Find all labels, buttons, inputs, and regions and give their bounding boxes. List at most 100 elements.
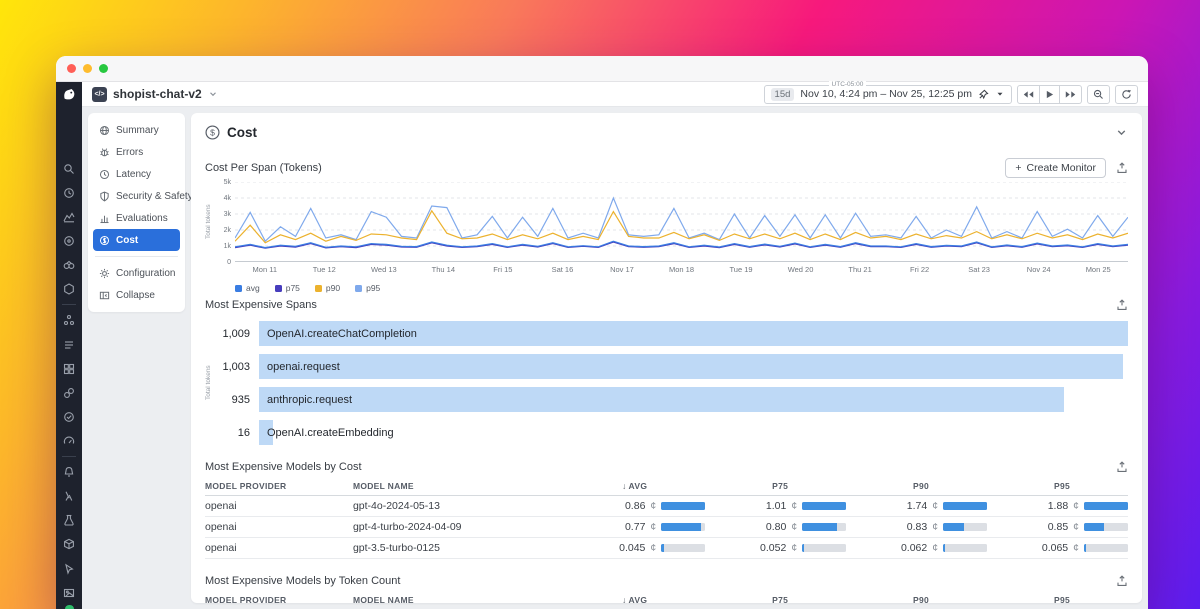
column-header-avg[interactable]: ↓ AVG [564, 591, 705, 603]
time-back-button[interactable] [1017, 84, 1040, 104]
column-header-p75[interactable]: P75 [705, 477, 847, 496]
rail-item-ci[interactable] [56, 405, 82, 429]
rail-item-search[interactable] [56, 157, 82, 181]
metric-bar [943, 523, 988, 531]
sidenav-item-errors[interactable]: Errors [93, 141, 180, 163]
rail-item-security[interactable] [56, 277, 82, 301]
rail-item-apm[interactable] [56, 253, 82, 277]
metric-value: 1.01 [765, 500, 787, 512]
metric-value: 1.88 [1047, 500, 1069, 512]
span-value: 1,009 [222, 327, 250, 340]
pin-icon[interactable] [978, 89, 989, 100]
metric-unit: ¢ [650, 542, 657, 554]
rail-item-screenshot[interactable] [56, 581, 82, 605]
legend-item-avg[interactable]: avg [235, 283, 260, 293]
cell-model-provider[interactable]: openai [205, 538, 353, 559]
logs-icon [65, 341, 73, 349]
span-bar[interactable] [259, 387, 1065, 412]
legend-item-p95[interactable]: p95 [355, 283, 380, 293]
time-step-buttons [1017, 84, 1082, 104]
minimize-window-button[interactable] [83, 64, 92, 73]
column-header-model-name[interactable]: MODEL NAME [352, 477, 565, 496]
legend-swatch [235, 284, 242, 292]
span-bar-row[interactable]: 16 OpenAI.createEmbedding [215, 420, 1128, 445]
time-play-button[interactable] [1040, 84, 1060, 104]
page-title: Cost [227, 125, 257, 140]
rail-item-integrations[interactable] [56, 381, 82, 405]
time-dropdown-chevron-icon[interactable] [995, 89, 1005, 99]
datadog-logo[interactable] [61, 87, 78, 103]
cell-model-name[interactable]: gpt-4-turbo-2024-04-09 [352, 517, 565, 538]
span-bar-row[interactable]: 935 anthropic.request [215, 387, 1128, 412]
column-header-p95[interactable]: P95 [987, 591, 1128, 603]
rail-item-gauge[interactable] [56, 429, 82, 453]
export-button[interactable] [1116, 575, 1128, 587]
cell-metric: 0.85 ¢ [987, 517, 1128, 538]
rail-item-dashboards[interactable] [56, 357, 82, 381]
rail-item-pointer[interactable] [56, 557, 82, 581]
cell-model-provider[interactable]: openai [205, 496, 353, 517]
rail-item-services[interactable] [56, 308, 82, 332]
metrics-icon [63, 212, 75, 223]
status-dot [64, 604, 74, 609]
export-button[interactable] [1116, 299, 1128, 311]
svg-text:$: $ [210, 128, 215, 138]
column-header-avg[interactable]: ↓ AVG [564, 477, 706, 496]
rail-item-labs[interactable] [56, 508, 82, 532]
sidenav-item-collapse[interactable]: Collapse [93, 284, 180, 306]
time-forward-button[interactable] [1060, 84, 1082, 104]
column-header-model-provider[interactable]: MODEL PROVIDER [205, 591, 353, 603]
left-rail [56, 82, 82, 609]
column-header-p95[interactable]: P95 [987, 477, 1128, 496]
metric-value: 0.86 [624, 500, 646, 512]
export-button[interactable] [1116, 162, 1128, 174]
legend-item-p75[interactable]: p75 [274, 283, 300, 293]
sidenav-item-latency[interactable]: Latency [93, 163, 180, 185]
column-header-model-provider[interactable]: MODEL PROVIDER [205, 477, 353, 496]
zoom-window-button[interactable] [99, 64, 108, 73]
column-header-p90[interactable]: P90 [846, 591, 987, 603]
chart-legend: avg p75 p90 p95 [235, 283, 1128, 293]
rail-item-serverless[interactable] [56, 484, 82, 508]
time-range-picker[interactable]: UTC-05:00 15d Nov 10, 4:24 pm – Nov 25, … [763, 80, 1012, 104]
legend-item-p90[interactable]: p90 [314, 283, 340, 293]
export-button[interactable] [1116, 461, 1128, 473]
collapse-panel-chevron-icon[interactable] [1115, 126, 1128, 139]
rail-item-watchdog[interactable] [56, 229, 82, 253]
span-name: openai.request [267, 360, 340, 373]
metric-bar [661, 544, 706, 552]
span-bar[interactable] [259, 354, 1123, 379]
cell-model-name[interactable]: gpt-4o-2024-05-13 [352, 496, 565, 517]
sidenav-item-security-safety[interactable]: Security & Safety [93, 185, 193, 207]
app-name[interactable]: shopist-chat-v2 [113, 87, 202, 101]
legend-label: p75 [285, 283, 300, 293]
column-header-model-name[interactable]: MODEL NAME [353, 591, 564, 603]
sidenav-item-summary[interactable]: Summary [93, 119, 180, 141]
close-window-button[interactable] [67, 64, 76, 73]
sidenav-item-cost[interactable]: Cost [93, 229, 180, 251]
create-monitor-button[interactable]: + Create Monitor [1005, 158, 1106, 178]
cell-model-provider[interactable]: openai [205, 517, 353, 538]
sidenav-item-evaluations[interactable]: Evaluations [93, 207, 180, 229]
app-switcher-chevron-icon[interactable] [208, 89, 218, 99]
cell-model-name[interactable]: gpt-3.5-turbo-0125 [352, 538, 565, 559]
column-header-p75[interactable]: P75 [705, 591, 846, 603]
cost-line-chart[interactable]: Total tokens 5k 4k 3k 2k 1k 0 [205, 179, 1128, 266]
rail-item-history[interactable] [56, 181, 82, 205]
zoom-out-button[interactable] [1087, 84, 1110, 104]
span-name: OpenAI.createChatCompletion [267, 327, 417, 340]
column-header-p90[interactable]: P90 [846, 477, 988, 496]
rail-item-monitors[interactable] [56, 460, 82, 484]
refresh-button[interactable] [1115, 84, 1138, 104]
span-bar-row[interactable]: 1,003 openai.request [215, 354, 1128, 379]
sidenav-item-configuration[interactable]: Configuration [93, 262, 180, 284]
metric-value: 0.052 [760, 542, 787, 554]
rail-item-packages[interactable] [56, 532, 82, 556]
metric-unit: ¢ [1073, 500, 1079, 512]
span-bar-row[interactable]: 1,009 OpenAI.createChatCompletion [215, 321, 1128, 346]
rail-item-logs[interactable] [56, 333, 82, 357]
metric-unit: ¢ [932, 521, 939, 533]
rail-item-metrics[interactable] [56, 205, 82, 229]
screenshot-icon [63, 588, 75, 597]
x-tick: Thu 21 [848, 265, 872, 274]
